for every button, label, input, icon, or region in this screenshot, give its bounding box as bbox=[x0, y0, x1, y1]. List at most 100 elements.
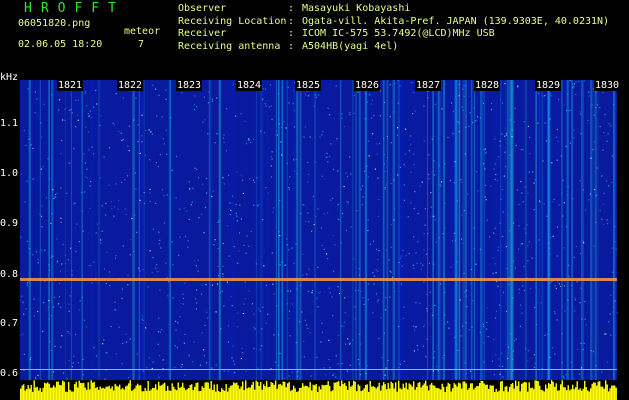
noise-speck bbox=[421, 181, 423, 183]
noise-speck bbox=[167, 295, 169, 297]
noise-speck bbox=[53, 306, 55, 308]
noise-speck bbox=[479, 248, 481, 250]
noise-speck bbox=[459, 299, 461, 301]
noise-speck bbox=[23, 130, 25, 132]
noise-speck bbox=[264, 88, 267, 90]
level-bar bbox=[126, 385, 128, 400]
noise-speck bbox=[332, 168, 335, 171]
noise-speck bbox=[174, 366, 176, 368]
noise-speck bbox=[499, 304, 501, 306]
noise-speck bbox=[171, 169, 173, 171]
noise-speck bbox=[569, 109, 571, 111]
noise-speck bbox=[243, 303, 245, 305]
noise-speck bbox=[168, 280, 170, 283]
noise-speck bbox=[444, 202, 446, 204]
noise-speck bbox=[527, 260, 529, 262]
noise-speck bbox=[564, 310, 566, 312]
level-bar bbox=[605, 380, 607, 400]
level-bar bbox=[602, 386, 604, 400]
noise-speck bbox=[307, 95, 309, 97]
noise-speck bbox=[483, 361, 485, 363]
noise-speck bbox=[131, 217, 133, 220]
noise-speck bbox=[120, 132, 122, 134]
noise-speck bbox=[311, 292, 313, 294]
noise-speck bbox=[341, 212, 344, 215]
noise-speck bbox=[582, 189, 585, 191]
noise-speck bbox=[573, 137, 575, 139]
noise-speck bbox=[61, 139, 63, 142]
noise-speck bbox=[62, 372, 65, 374]
level-bar bbox=[86, 389, 88, 400]
level-bar bbox=[335, 382, 337, 400]
noise-speck bbox=[518, 248, 520, 250]
noise-streak bbox=[355, 80, 357, 380]
noise-speck bbox=[245, 370, 247, 373]
noise-speck bbox=[50, 256, 52, 259]
noise-speck bbox=[427, 97, 429, 99]
level-bar bbox=[186, 388, 188, 400]
noise-speck bbox=[360, 290, 362, 293]
noise-speck bbox=[539, 201, 541, 203]
noise-speck bbox=[392, 111, 395, 113]
level-bar bbox=[248, 387, 250, 400]
level-bar bbox=[246, 388, 248, 400]
noise-speck bbox=[502, 291, 505, 293]
noise-speck bbox=[504, 151, 506, 153]
noise-streak bbox=[39, 80, 41, 380]
level-bar bbox=[260, 382, 262, 400]
noise-speck bbox=[196, 106, 198, 108]
noise-speck bbox=[575, 93, 577, 96]
level-bar bbox=[174, 389, 176, 400]
noise-speck bbox=[577, 348, 579, 350]
noise-speck bbox=[44, 249, 46, 251]
x-tick-label: 1826 bbox=[354, 80, 381, 91]
noise-speck bbox=[139, 199, 141, 201]
level-bar bbox=[374, 386, 376, 400]
noise-speck bbox=[230, 296, 232, 298]
noise-streak bbox=[227, 80, 230, 380]
noise-speck bbox=[60, 306, 62, 308]
noise-speck bbox=[271, 118, 273, 120]
noise-speck bbox=[498, 358, 500, 360]
noise-speck bbox=[581, 367, 583, 369]
noise-speck bbox=[40, 122, 42, 124]
noise-speck bbox=[343, 185, 345, 188]
noise-speck bbox=[548, 242, 550, 244]
level-bar bbox=[404, 387, 406, 400]
level-bar bbox=[311, 390, 313, 400]
level-bar bbox=[522, 382, 524, 400]
noise-speck bbox=[393, 282, 395, 284]
noise-speck bbox=[145, 327, 147, 329]
noise-speck bbox=[398, 366, 400, 369]
noise-speck bbox=[463, 272, 465, 274]
noise-streak bbox=[462, 80, 465, 380]
noise-speck bbox=[197, 259, 199, 261]
noise-speck bbox=[345, 343, 347, 345]
noise-speck bbox=[413, 267, 415, 269]
noise-speck bbox=[362, 297, 364, 299]
noise-streak bbox=[564, 80, 567, 380]
noise-speck bbox=[603, 192, 605, 194]
noise-speck bbox=[73, 355, 75, 357]
noise-speck bbox=[125, 341, 128, 343]
noise-speck bbox=[475, 263, 477, 265]
level-bar bbox=[198, 391, 200, 400]
level-bar bbox=[461, 388, 463, 400]
noise-speck bbox=[191, 201, 193, 203]
noise-speck bbox=[427, 233, 429, 235]
noise-speck bbox=[70, 109, 72, 111]
noise-speck bbox=[557, 141, 559, 143]
level-bar bbox=[362, 390, 364, 400]
noise-speck bbox=[159, 331, 161, 333]
noise-streak bbox=[505, 80, 507, 380]
level-bar bbox=[284, 381, 286, 400]
noise-speck bbox=[358, 363, 360, 365]
level-bar bbox=[381, 385, 383, 400]
noise-speck bbox=[403, 306, 405, 308]
noise-speck bbox=[211, 98, 213, 100]
noise-speck bbox=[201, 284, 203, 286]
noise-streak bbox=[541, 80, 543, 380]
noise-speck bbox=[566, 109, 568, 111]
level-bar bbox=[497, 391, 499, 400]
noise-speck bbox=[551, 347, 554, 349]
